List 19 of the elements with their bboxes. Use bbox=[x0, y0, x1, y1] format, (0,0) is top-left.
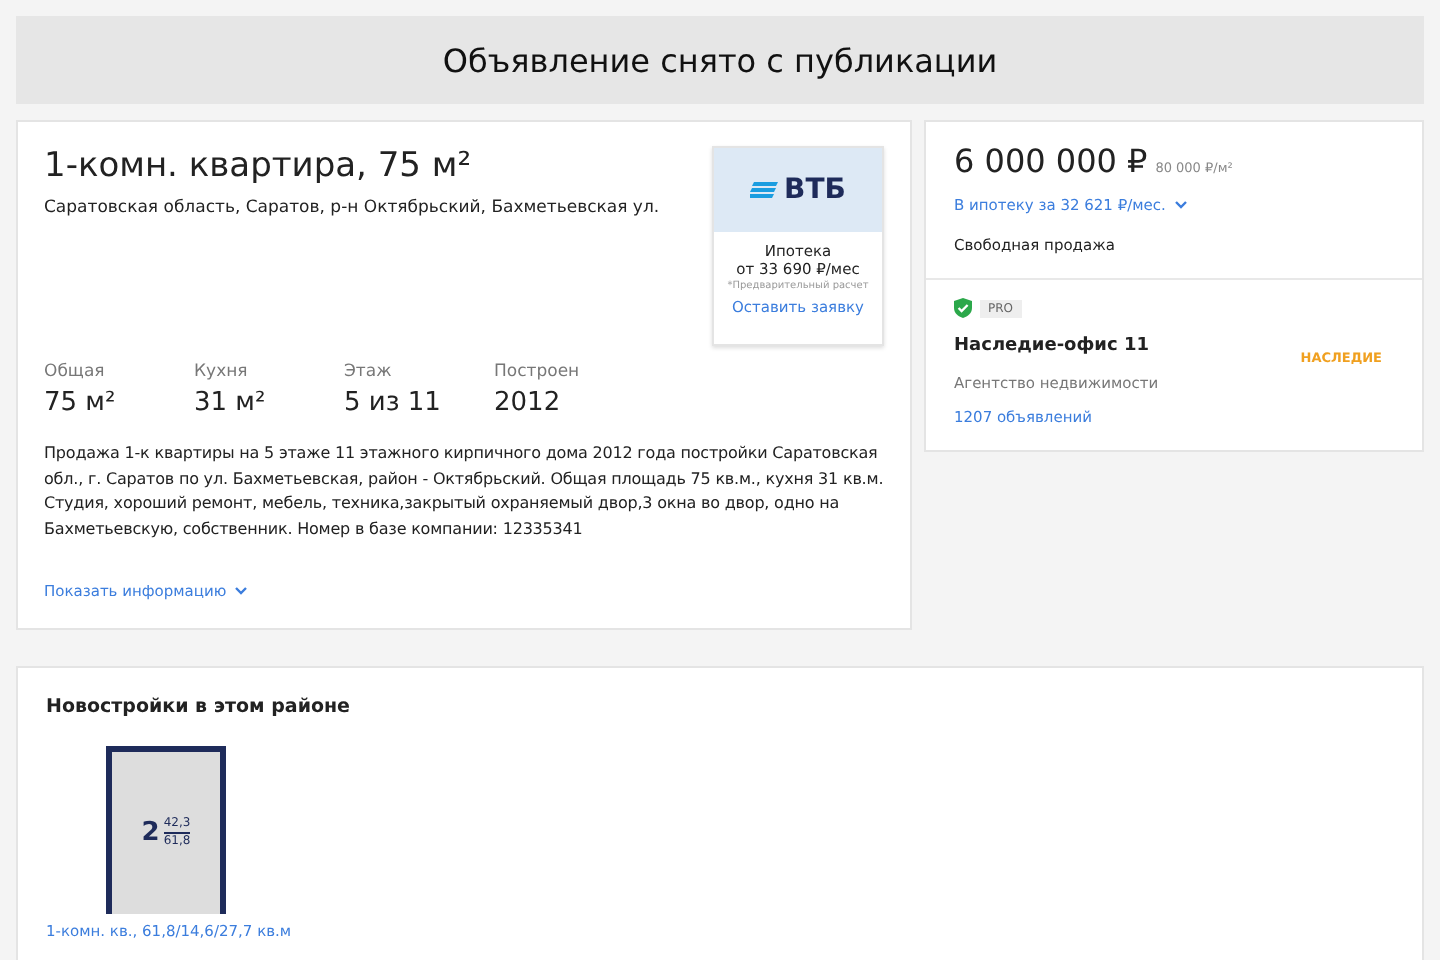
fact-value: 31 м² bbox=[194, 388, 268, 418]
price: 6 000 000 ₽ bbox=[954, 142, 1148, 180]
section-title: Новостройки в этом районе bbox=[46, 696, 353, 718]
chevron-down-icon bbox=[1173, 200, 1188, 210]
chevron-down-icon bbox=[234, 586, 249, 596]
agent-name: Наследие-офис 11 bbox=[954, 336, 1151, 356]
banner-title: Объявление снято с публикации bbox=[442, 41, 998, 79]
fact-label: Этаж bbox=[344, 362, 394, 382]
fact-value: 75 м² bbox=[44, 388, 118, 418]
address: Саратовская область, Саратов, р-н Октябрьский, Бахметьевская ул. bbox=[44, 198, 660, 218]
fact-label: Построен bbox=[494, 362, 582, 382]
bank-logo: ВТБ bbox=[784, 174, 846, 206]
description: Продажа 1-к квартиры на 5 этаже 11 этажного кирпичного дома 2012 года постройки Саратовская обл., г. Саратов по ул. Бахметьевская, район - Октябрьский. Общая площадь 75 кв.м., кухня 31 кв.м. Студия, хороший ремонт, мебель, техника,закрытый охраняемый двор,3 окна во двор, одно на Бахметьевскую, собственник. Номер в базе компании: 12335341 bbox=[44, 442, 884, 542]
stripes-icon bbox=[750, 182, 779, 198]
fact-value: 2012 bbox=[494, 388, 563, 418]
listing-title: 1-комн. квартира, 75 м² bbox=[44, 146, 474, 186]
fact-label: Кухня bbox=[194, 362, 250, 382]
fact-value: 5 из 11 bbox=[344, 388, 443, 418]
fact-label: Общая bbox=[44, 362, 107, 382]
